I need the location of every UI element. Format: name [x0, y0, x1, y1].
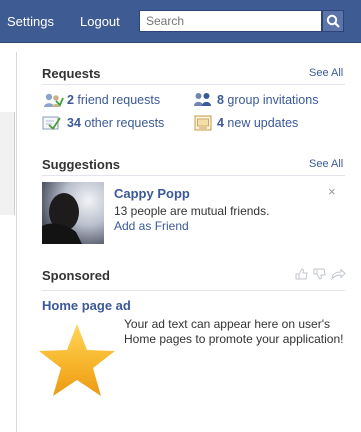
friend-request-icon [44, 93, 64, 107]
updates-icon [194, 115, 212, 131]
new-updates-link[interactable]: 4 new updates [217, 116, 298, 130]
suggested-friend-name-link[interactable]: Cappy Popp [114, 186, 190, 201]
logout-link[interactable]: Logout [80, 14, 120, 29]
sponsored-divider [42, 290, 345, 291]
ad-title-link[interactable]: Home page ad [42, 298, 131, 313]
requests-see-all-link[interactable]: See All [309, 67, 343, 79]
avatar [42, 182, 104, 244]
search-input[interactable] [140, 11, 321, 31]
suggestions-see-all-link[interactable]: See All [309, 158, 343, 170]
ad-body-text: Your ad text can appear here on user's H… [124, 317, 344, 346]
settings-link[interactable]: Settings [7, 14, 54, 29]
thumbs-down-icon[interactable] [313, 268, 326, 280]
requests-divider [42, 84, 345, 85]
share-icon[interactable] [331, 268, 346, 280]
group-icon [194, 93, 211, 106]
requests-heading: Requests [42, 66, 101, 81]
thumbs-up-icon[interactable] [295, 268, 308, 280]
group-invitations-link[interactable]: 8 group invitations [217, 93, 318, 107]
ad-feedback-icons [295, 268, 346, 280]
sponsored-heading: Sponsored [42, 268, 110, 283]
top-bar: Settings Logout [0, 0, 361, 43]
left-scroll-panel [0, 112, 15, 215]
mutual-friends-text: 13 people are mutual friends. [114, 204, 270, 218]
search-box [139, 10, 322, 32]
search-button[interactable] [322, 10, 344, 32]
star-icon[interactable] [38, 323, 116, 397]
friend-requests-link[interactable]: 2 friend requests [67, 93, 160, 107]
suggestions-heading: Suggestions [42, 157, 121, 172]
search-icon [326, 14, 340, 28]
other-requests-icon [42, 116, 61, 130]
left-column-edge [0, 52, 17, 432]
other-requests-link[interactable]: 34 other requests [67, 116, 164, 130]
suggestions-divider [42, 175, 345, 176]
dismiss-suggestion-button[interactable]: × [328, 184, 336, 199]
add-as-friend-link[interactable]: Add as Friend [114, 219, 189, 233]
suggested-friend-avatar[interactable] [42, 182, 104, 244]
